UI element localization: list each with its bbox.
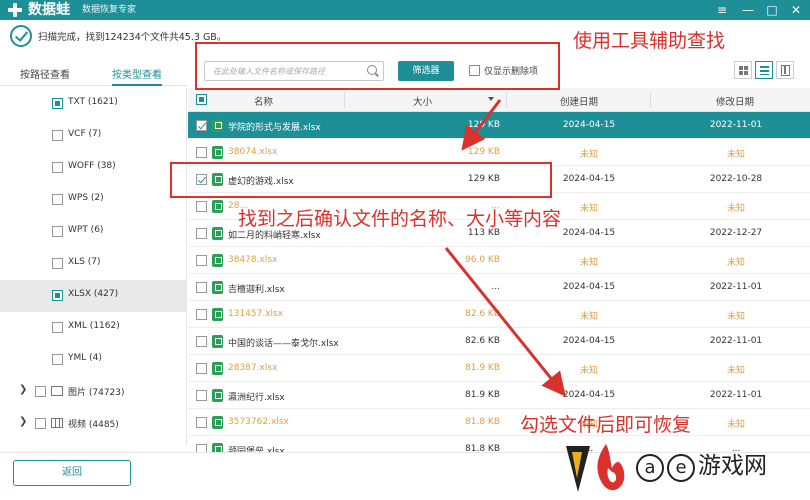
site-watermark: a e 游戏网	[560, 436, 810, 500]
annotation-arrows	[444, 99, 566, 397]
watermark-letter-e: e	[667, 454, 695, 482]
annotation-arrow-down	[444, 247, 566, 397]
watermark-logo-icon	[566, 444, 625, 492]
app-window: 数据蛙 数据恢复专家 ≡ — □ ✕ 扫描完成，找到124234个文件共45.3…	[0, 0, 810, 500]
watermark-text: a e 游戏网	[636, 446, 767, 482]
annotation-arrow-up	[461, 99, 502, 151]
watermark-site-name: 游戏网	[698, 453, 767, 479]
watermark-letter-a: a	[636, 454, 664, 482]
